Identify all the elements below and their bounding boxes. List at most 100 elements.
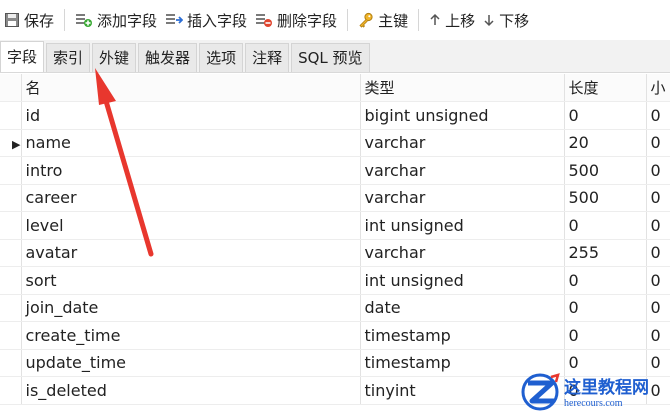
field-type-cell[interactable]: int unsigned (360, 266, 565, 295)
save-icon (4, 12, 20, 28)
row-marker (0, 184, 22, 212)
insert-field-icon (165, 12, 184, 28)
tab-options[interactable]: 选项 (199, 43, 244, 72)
move-down-button[interactable]: 下移 (479, 6, 533, 34)
field-row[interactable]: intro varchar 500 0 (0, 156, 670, 185)
field-name-cell[interactable]: level (21, 211, 361, 240)
field-type-cell[interactable]: int unsigned (360, 211, 565, 240)
tab-sql-preview[interactable]: SQL 预览 (291, 43, 370, 72)
row-marker (0, 266, 22, 295)
current-row-indicator-icon: ▶ (12, 138, 21, 152)
tab-indexes[interactable]: 索引 (46, 43, 91, 72)
insert-field-button[interactable]: 插入字段 (161, 6, 251, 34)
field-length-cell[interactable]: 20 (564, 129, 647, 157)
tab-triggers[interactable]: 触发器 (138, 43, 198, 72)
field-row[interactable]: id bigint unsigned 0 0 (0, 101, 670, 130)
grid-header-row: 名 类型 长度 小 (0, 74, 670, 102)
field-type-cell[interactable]: bigint unsigned (360, 101, 565, 130)
toolbar-separator (347, 9, 349, 31)
arrow-up-icon (429, 13, 441, 27)
field-decimals-cell[interactable]: 0 (646, 156, 670, 185)
row-marker (0, 294, 22, 322)
row-marker (0, 239, 22, 267)
move-up-button[interactable]: 上移 (425, 6, 479, 34)
field-name-cell[interactable]: intro (21, 156, 361, 185)
primary-key-button[interactable]: 主键 (354, 6, 412, 34)
field-name-cell[interactable]: avatar (21, 239, 361, 267)
field-length-cell[interactable]: 255 (564, 239, 647, 267)
move-down-label: 下移 (499, 11, 530, 30)
field-name-cell[interactable]: join_date (21, 294, 361, 322)
field-decimals-cell[interactable]: 0 (646, 239, 670, 267)
field-name-cell[interactable]: career (21, 184, 361, 212)
row-marker (0, 156, 22, 185)
tab-foreign-keys[interactable]: 外键 (92, 43, 137, 72)
move-up-label: 上移 (445, 11, 476, 30)
field-decimals-cell[interactable]: 0 (646, 321, 670, 350)
row-marker (0, 349, 22, 377)
delete-field-button[interactable]: 删除字段 (251, 6, 341, 34)
field-name-cell[interactable]: name (21, 129, 361, 157)
tab-bar: 字段 索引 外键 触发器 选项 注释 SQL 预览 (0, 40, 670, 73)
field-type-cell[interactable]: date (360, 294, 565, 322)
field-row[interactable]: avatar varchar 255 0 (0, 239, 670, 267)
save-button[interactable]: 保存 (0, 6, 58, 34)
field-length-cell[interactable]: 0 (564, 211, 647, 240)
watermark: 这里教程网 herecours.com (518, 373, 668, 415)
field-decimals-cell[interactable]: 0 (646, 129, 670, 157)
field-type-cell[interactable]: varchar (360, 184, 565, 212)
table-design-window: 保存 添加字段 插入字段 删除字段 主键 上移 下移 字段 索引 外键 触发器 … (0, 0, 670, 417)
field-length-cell[interactable]: 0 (564, 294, 647, 322)
save-label: 保存 (24, 11, 55, 30)
primary-key-label: 主键 (378, 11, 409, 30)
field-decimals-cell[interactable]: 0 (646, 184, 670, 212)
field-name-cell[interactable]: id (21, 101, 361, 130)
field-name-cell[interactable]: create_time (21, 321, 361, 350)
add-field-icon (75, 12, 93, 28)
row-marker-header (0, 74, 22, 102)
row-marker (0, 376, 22, 405)
field-name-cell[interactable]: update_time (21, 349, 361, 377)
toolbar-separator (418, 9, 420, 31)
field-type-cell[interactable]: varchar (360, 239, 565, 267)
field-length-cell[interactable]: 500 (564, 156, 647, 185)
field-decimals-cell[interactable]: 0 (646, 211, 670, 240)
row-marker (0, 211, 22, 240)
add-field-button[interactable]: 添加字段 (71, 6, 161, 34)
column-header-decimals[interactable]: 小 (646, 74, 670, 102)
key-icon (358, 12, 374, 28)
row-marker (0, 321, 22, 350)
field-row[interactable]: ▶ name varchar 20 0 (0, 129, 670, 157)
column-header-length[interactable]: 长度 (564, 74, 647, 102)
row-marker (0, 101, 22, 130)
field-decimals-cell[interactable]: 0 (646, 101, 670, 130)
field-type-cell[interactable]: varchar (360, 156, 565, 185)
field-row[interactable]: create_time timestamp 0 0 (0, 321, 670, 350)
add-field-label: 添加字段 (97, 11, 158, 30)
tab-fields[interactable]: 字段 (0, 41, 45, 72)
column-header-type[interactable]: 类型 (360, 74, 565, 102)
toolbar-separator (64, 9, 66, 31)
field-type-cell[interactable]: varchar (360, 129, 565, 157)
field-name-cell[interactable]: is_deleted (21, 376, 361, 405)
field-decimals-cell[interactable]: 0 (646, 294, 670, 322)
delete-field-label: 删除字段 (277, 11, 338, 30)
toolbar: 保存 添加字段 插入字段 删除字段 主键 上移 下移 (0, 0, 670, 40)
field-length-cell[interactable]: 500 (564, 184, 647, 212)
arrow-down-icon (483, 13, 495, 27)
tab-comment[interactable]: 注释 (245, 43, 290, 72)
field-type-cell[interactable]: timestamp (360, 321, 565, 350)
column-header-name[interactable]: 名 (21, 74, 361, 102)
field-decimals-cell[interactable]: 0 (646, 266, 670, 295)
watermark-logo-icon (518, 371, 562, 417)
field-length-cell[interactable]: 0 (564, 321, 647, 350)
field-row[interactable]: career varchar 500 0 (0, 184, 670, 212)
field-name-cell[interactable]: sort (21, 266, 361, 295)
field-row[interactable]: level int unsigned 0 0 (0, 211, 670, 240)
field-row[interactable]: sort int unsigned 0 0 (0, 266, 670, 295)
field-row[interactable]: join_date date 0 0 (0, 294, 670, 322)
field-length-cell[interactable]: 0 (564, 101, 647, 130)
delete-field-icon (255, 12, 273, 28)
watermark-title: 这里教程网 (564, 378, 649, 397)
field-length-cell[interactable]: 0 (564, 266, 647, 295)
